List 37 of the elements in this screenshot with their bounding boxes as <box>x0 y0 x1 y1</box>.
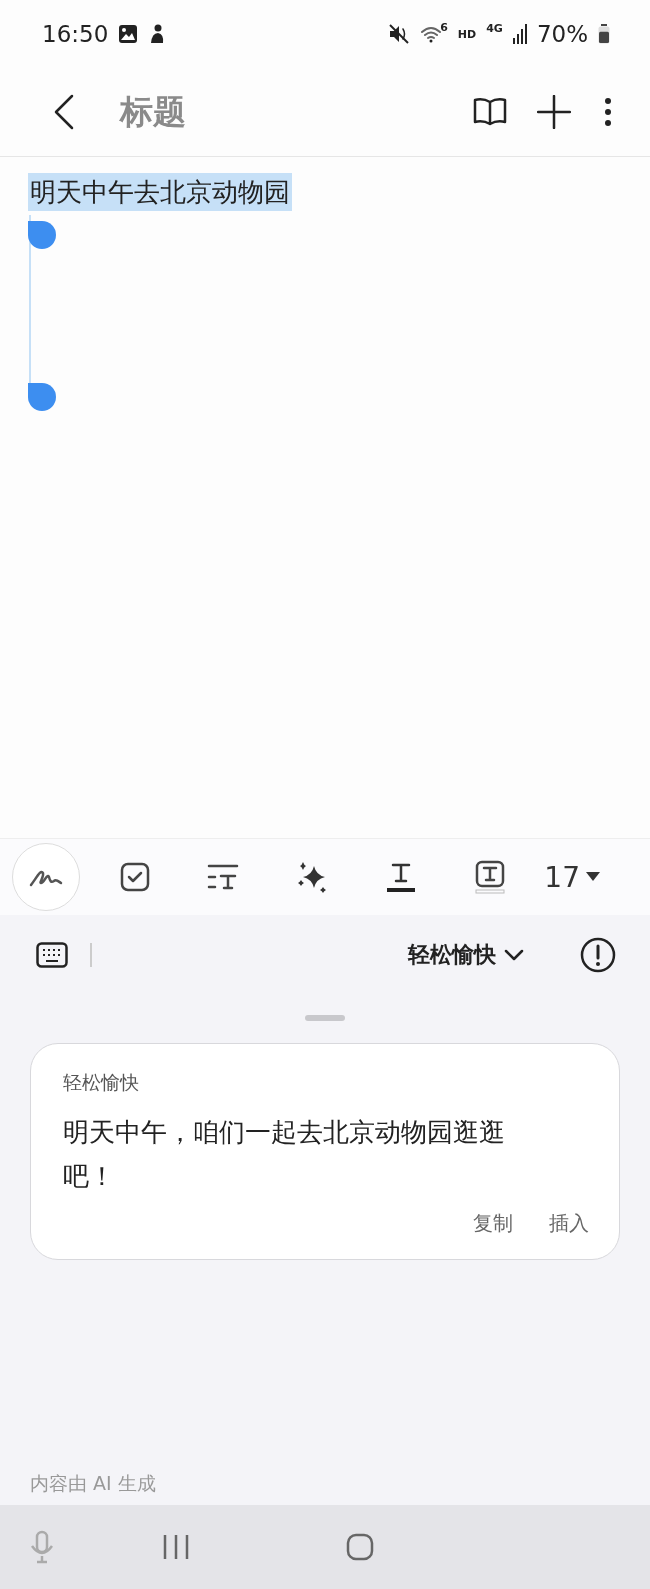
text-style-icon <box>207 863 240 891</box>
back-icon <box>54 94 74 130</box>
battery-percent: 70% <box>536 21 588 47</box>
drag-handle[interactable] <box>305 1015 345 1021</box>
book-icon <box>473 97 507 127</box>
wifi-icon <box>420 24 443 44</box>
chevron-down-icon <box>504 949 524 961</box>
wifi-band-label: 6 <box>440 20 448 34</box>
microphone-icon <box>29 1530 55 1564</box>
network-label: 4G <box>486 21 503 35</box>
hd-label: HD <box>457 27 477 41</box>
suggestion-text: 明天中午，咱们一起去北京动物园逛逛吧！ <box>63 1116 506 1193</box>
ai-disclaimer: 内容由 AI 生成 <box>30 1471 157 1496</box>
checkbox-icon <box>119 862 150 892</box>
signal-icon <box>512 24 527 44</box>
tone-dropdown[interactable]: 轻松愉快 <box>402 939 530 971</box>
home-icon <box>346 1533 374 1561</box>
mute-icon <box>388 23 411 45</box>
card-action-button[interactable]: 插入 <box>549 1206 589 1241</box>
font-size-dropdown[interactable]: 17 <box>544 860 600 894</box>
note-text[interactable]: 明天中午去北京动物园 <box>28 173 292 211</box>
text-highlight-icon <box>474 860 505 894</box>
info-icon <box>580 937 616 973</box>
gallery-icon <box>118 24 139 44</box>
status-time: 16:50 <box>42 21 109 47</box>
battery-icon <box>598 24 610 44</box>
card-action-button[interactable]: 复制 <box>473 1206 513 1241</box>
suggestion-label: 轻松愉快 <box>63 1070 140 1095</box>
caret-icon <box>585 872 600 882</box>
keyboard-icon <box>36 942 68 968</box>
text-color-icon <box>385 861 416 893</box>
recents-icon <box>162 1533 190 1561</box>
note-title: 标题 <box>120 90 186 133</box>
more-icon <box>604 97 612 127</box>
plus-icon <box>537 95 571 129</box>
selection-handle[interactable] <box>28 383 56 411</box>
selection-handle[interactable] <box>28 221 56 249</box>
